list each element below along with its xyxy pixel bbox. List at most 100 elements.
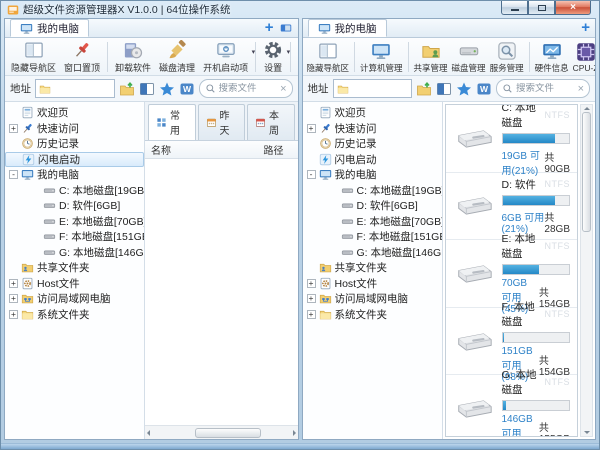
dropdown-arrow-icon[interactable]: ▾ (252, 48, 256, 56)
tree-item[interactable]: + 快速访问 (5, 121, 144, 137)
close-button[interactable]: × (555, 1, 591, 15)
tree-item[interactable]: D: 软件[6GB] (5, 198, 144, 214)
clear-search-icon[interactable]: × (578, 84, 584, 94)
dropdown-arrow-icon[interactable]: ▾ (287, 48, 291, 56)
toolbar-button[interactable]: 设置 ▾ (259, 39, 287, 74)
list-tab[interactable]: 昨天 (198, 104, 246, 140)
toolbar-button[interactable]: 硬件信息 ▾ (533, 40, 571, 74)
tree-item[interactable]: 共享文件夹 (5, 260, 144, 276)
toolbar-button[interactable]: 计算机管理 ▾ (358, 40, 405, 74)
clear-search-icon[interactable]: × (280, 84, 286, 94)
drive-icon (341, 230, 354, 243)
tree-item[interactable]: + 系统文件夹 (5, 307, 144, 323)
minimize-button[interactable] (501, 1, 528, 15)
search-icon (502, 83, 513, 94)
scroll-thumb[interactable] (195, 428, 261, 438)
expander-toggle[interactable]: - (9, 170, 18, 179)
add-tab-button[interactable]: + (265, 21, 274, 35)
tree-item[interactable]: E: 本地磁盘[70GB] (303, 214, 442, 230)
folder-up-icon[interactable] (119, 81, 135, 97)
word-icon[interactable]: W (179, 81, 195, 97)
column-name[interactable]: 名称 (151, 142, 264, 157)
list-tab[interactable]: 常用 (148, 104, 196, 140)
tree-item[interactable]: + 系统文件夹 (303, 307, 442, 323)
star-icon[interactable] (456, 81, 472, 97)
expander-toggle[interactable]: + (9, 310, 18, 319)
list-tab[interactable]: 本周 (247, 104, 295, 140)
split-view-icon[interactable] (139, 81, 155, 97)
tree-item[interactable]: 欢迎页 (5, 105, 144, 121)
drive-item[interactable]: F: 本地磁盘 NTFS 151GB 可用(98%) 共 154GB (446, 308, 578, 376)
scroll-up-icon[interactable] (584, 107, 590, 110)
toolbar-button[interactable]: 共享管理 ▾ (412, 40, 450, 74)
tree-item[interactable]: E: 本地磁盘[70GB] (5, 214, 144, 230)
tree-item[interactable]: F: 本地磁盘[151GB] (5, 229, 144, 245)
tab-my-computer[interactable]: 我的电脑 (308, 19, 387, 37)
tree-item[interactable]: + Host文件 (5, 276, 144, 292)
tree-item[interactable]: G: 本地磁盘[146GB] (5, 245, 144, 261)
word-icon[interactable]: W (476, 81, 492, 97)
add-tab-button[interactable]: + (581, 21, 590, 35)
tree-item[interactable]: C: 本地磁盘[19GB] (5, 183, 144, 199)
toolbar-button[interactable]: 开机启动项 ▾ (199, 39, 252, 74)
maximize-button[interactable] (528, 1, 555, 15)
toolbar-button[interactable]: 隐藏导航区 ▾ (7, 39, 60, 74)
address-input[interactable] (352, 83, 409, 94)
expander-toggle[interactable]: + (9, 294, 18, 303)
expander-toggle[interactable]: - (307, 170, 316, 179)
toolbar-button[interactable]: 窗口置顶 ▾ (60, 39, 104, 74)
folder-up-icon[interactable] (416, 81, 432, 97)
tree-item[interactable]: 历史记录 (5, 136, 144, 152)
tree-item[interactable]: + 访问局域网电脑 (303, 291, 442, 307)
tree-item[interactable]: 欢迎页 (303, 105, 442, 121)
search-input[interactable] (219, 83, 278, 94)
tree-item[interactable]: - 我的电脑 (5, 167, 144, 183)
expander-toggle[interactable]: + (307, 279, 316, 288)
list-body[interactable] (145, 159, 298, 425)
search-input[interactable] (516, 83, 575, 94)
tree-item[interactable]: + Host文件 (303, 276, 442, 292)
pane-toggle-icon[interactable] (279, 21, 293, 35)
drive-item[interactable]: E: 本地磁盘 NTFS 70GB 可用(45%) 共 154GB (446, 240, 578, 308)
tree-item[interactable]: G: 本地磁盘[146GB] (303, 245, 442, 261)
tree-item[interactable]: C: 本地磁盘[19GB] (303, 183, 442, 199)
tree-item[interactable]: D: 软件[6GB] (303, 198, 442, 214)
expander-toggle[interactable]: + (9, 124, 18, 133)
expander-toggle[interactable]: + (307, 124, 316, 133)
tree-item[interactable]: 共享文件夹 (303, 260, 442, 276)
toolbar-button[interactable]: 计算机管理 ▾ (294, 39, 297, 74)
tree-item[interactable]: 历史记录 (303, 136, 442, 152)
tree-item[interactable]: 闪电启动 (5, 152, 144, 168)
free-space-label: 146GB 可用(94%) (502, 414, 539, 437)
expander-toggle[interactable]: + (307, 294, 316, 303)
scroll-thumb[interactable] (582, 112, 591, 232)
tab-my-computer[interactable]: 我的电脑 (10, 19, 89, 37)
scroll-track[interactable] (582, 112, 591, 429)
tree-item[interactable]: + 访问局域网电脑 (5, 291, 144, 307)
scroll-left-icon[interactable] (147, 430, 150, 436)
horizontal-scrollbar[interactable] (145, 425, 298, 439)
expander-toggle[interactable]: + (9, 279, 18, 288)
toolbar-button[interactable]: 隐藏导航区 ▾ (305, 40, 352, 74)
tree-item[interactable]: F: 本地磁盘[151GB] (303, 229, 442, 245)
toolbar-button[interactable]: 磁盘清理 ▾ (155, 39, 199, 74)
drive-item[interactable]: C: 本地磁盘 NTFS 19GB 可用(21%) 共 90GB (446, 105, 578, 173)
drive-item[interactable]: G: 本地磁盘 NTFS 146GB 可用(94%) 共 155GB (446, 375, 578, 437)
tree-item[interactable]: + 快速访问 (303, 121, 442, 137)
column-path[interactable]: 路径 (264, 142, 292, 157)
scroll-track[interactable] (153, 428, 290, 438)
scroll-right-icon[interactable] (293, 430, 296, 436)
toolbar-button[interactable]: 磁盘管理 ▾ (450, 40, 488, 74)
toolbar-button[interactable]: 卸载软件 ▾ (111, 39, 155, 74)
vertical-scrollbar[interactable] (580, 104, 593, 437)
expander-toggle[interactable]: + (307, 310, 316, 319)
star-icon[interactable] (159, 81, 175, 97)
scroll-down-icon[interactable] (584, 431, 590, 434)
toolbar-button[interactable]: 服务管理 ▾ (488, 40, 526, 74)
drive-item[interactable]: D: 软件 NTFS 6GB 可用(21%) 共 28GB (446, 173, 578, 241)
tree-item[interactable]: - 我的电脑 (303, 167, 442, 183)
address-input[interactable] (54, 83, 111, 94)
toolbar-button[interactable]: CPU-Z ▾ (571, 41, 595, 73)
split-view-icon[interactable] (436, 81, 452, 97)
tree-item[interactable]: 闪电启动 (303, 152, 442, 168)
